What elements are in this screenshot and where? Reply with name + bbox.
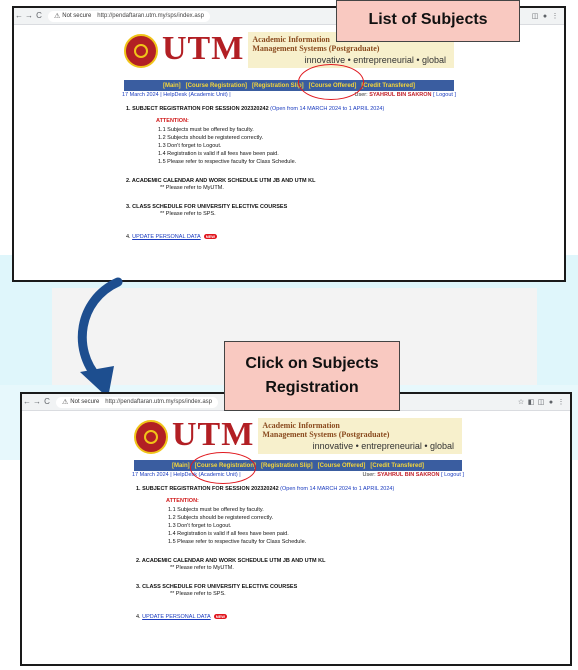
extensions-icon[interactable]: ◧	[526, 398, 536, 406]
menu-credit-transfered[interactable]: [Credit Transfered]	[370, 463, 424, 469]
reload-icon[interactable]: C	[42, 394, 52, 410]
logout-link[interactable]: [ Logout ]	[441, 472, 464, 478]
attention-label: ATTENTION:	[166, 498, 199, 504]
utm-banner: UTM Academic Information Management Syst…	[134, 418, 462, 454]
back-icon[interactable]: ←	[22, 394, 32, 410]
warning-icon: ⚠	[62, 399, 69, 406]
menu-registration-slip[interactable]: [Registration Slip]	[261, 463, 313, 469]
new-badge: NEW	[213, 614, 228, 620]
screenshot-bottom: ← → C ⚠ Not secure http://pendaftaran.ut…	[20, 392, 572, 666]
url-text[interactable]: http://pendaftaran.utm.my/sps/index.asp	[105, 399, 212, 405]
main-menu: [Main] [Course Registration] [Registrati…	[134, 460, 462, 471]
list-item: 1.3 Don't forget to Logout.	[168, 523, 232, 529]
section-1-heading: 1. SUBJECT REGISTRATION FOR SESSION 2023…	[136, 486, 279, 492]
list-item: 1.4 Registration is valid if all fees ha…	[168, 531, 289, 537]
main-content: 1. SUBJECT REGISTRATION FOR SESSION 2023…	[136, 486, 466, 620]
callout-bottom-line-1: Click on Subjects	[245, 355, 379, 372]
user-name: SYAHRUL BIN SAKRON	[377, 472, 440, 478]
section-1-title: 1. SUBJECT REGISTRATION FOR SESSION 2023…	[136, 486, 466, 492]
section-2-note: ** Please refer to MyUTM.	[170, 565, 234, 571]
not-secure-label: Not secure	[70, 399, 100, 405]
list-item: 1.1 Subjects must be offered by faculty.	[168, 507, 264, 513]
sidebar-icon[interactable]: ◫	[536, 398, 546, 406]
menu-icon[interactable]: ⋮	[556, 398, 566, 406]
menu-course-offered[interactable]: [Course Offered]	[318, 463, 366, 469]
date-text: 17 March 2024	[132, 472, 169, 478]
section-4: 4. UPDATE PERSONAL DATA NEW	[136, 614, 466, 620]
system-title-top: Academic Information	[262, 421, 340, 430]
callout-bottom-line-2: Registration	[265, 379, 359, 396]
user-label: User:	[362, 472, 376, 478]
star-icon[interactable]: ☆	[516, 398, 526, 406]
list-item: 1.5 Please refer to respective faculty f…	[168, 539, 307, 545]
banner-strip: Academic Information Management Systems …	[258, 418, 462, 454]
info-line: 17 March 2024 | HelpDesk (Academic Unit)…	[132, 472, 464, 478]
registration-period: (Open from 14 MARCH 2024 to 1 APRIL 2024…	[280, 486, 395, 492]
attention-list: 1.1 Subjects must be offered by faculty.…	[168, 506, 466, 546]
utm-logo-text: UTM	[172, 418, 255, 453]
address-bar[interactable]: ⚠ Not secure http://pendaftaran.utm.my/s…	[56, 396, 219, 408]
list-item: 1.2 Subjects should be registered correc…	[168, 515, 274, 521]
callout-subjects-registration: Click on Subjects Registration	[224, 341, 400, 411]
utm-seal-logo	[134, 420, 168, 454]
profile-icon[interactable]: ●	[546, 399, 556, 406]
tagline: innovative • entrepreneurial • global	[312, 441, 454, 451]
highlight-course-registration	[190, 452, 256, 484]
system-title: Academic Information Management Systems …	[262, 421, 389, 439]
section-3-note: ** Please refer to SPS.	[170, 591, 226, 597]
forward-icon[interactable]: →	[32, 394, 42, 410]
menu-main[interactable]: [Main]	[172, 463, 190, 469]
browser-tools: ☆ ◧ ◫ ● ⋮	[516, 394, 566, 410]
update-personal-data-link[interactable]: UPDATE PERSONAL DATA	[142, 614, 211, 620]
system-title-sub: Management Systems (Postgraduate)	[262, 430, 390, 439]
